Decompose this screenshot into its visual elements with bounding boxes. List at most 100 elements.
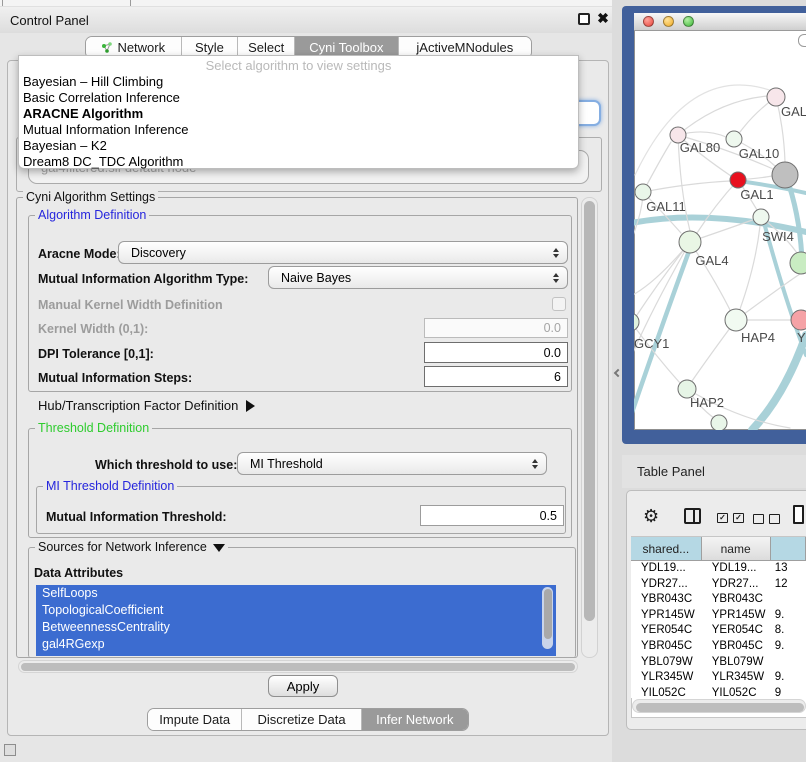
table-cell: YLR345W [631, 670, 702, 686]
stepper-arrows-icon [548, 248, 564, 258]
settings-scroll-thumb[interactable] [584, 201, 595, 621]
attribute-item[interactable]: SelfLoops [36, 585, 556, 602]
dropdown-placeholder: Select algorithm to view settings [19, 58, 578, 73]
expander-down-icon [213, 544, 225, 552]
dropdown-item[interactable]: Mutual Information Inference [19, 122, 578, 138]
network-node[interactable] [772, 162, 798, 188]
mi-steps-field[interactable]: 6 [424, 366, 568, 387]
table-row[interactable]: YPR145WYPR145W9. [631, 608, 806, 624]
deselect-all-checkbox-icon[interactable] [769, 514, 780, 524]
gear-icon[interactable]: ⚙ [643, 506, 659, 527]
zoom-traffic-light-icon[interactable] [683, 16, 694, 27]
mi-type-label: Mutual Information Algorithm Type: [38, 272, 248, 286]
tab-impute-data[interactable]: Impute Data [148, 709, 241, 730]
close-traffic-light-icon[interactable] [643, 16, 654, 27]
attribute-item[interactable]: gal4RGexp [36, 636, 556, 653]
splitter-handle[interactable] [614, 369, 622, 377]
attributes-scroll-thumb[interactable] [544, 589, 552, 639]
table-cell: 9 [771, 686, 806, 698]
select-all-checkbox-icon[interactable]: ✓ [733, 513, 744, 523]
attribute-item[interactable]: BetweennessCentrality [36, 619, 556, 636]
data-attributes-label: Data Attributes [34, 566, 123, 580]
stepper-arrows-icon [548, 273, 564, 283]
manual-kernel-checkbox[interactable] [552, 297, 566, 311]
table-hscroll-thumb[interactable] [636, 703, 804, 712]
table-row[interactable]: YDR27...YDR27...12 [631, 577, 806, 593]
table-panel-titlebar: Table Panel [622, 455, 806, 488]
network-node-gal11[interactable] [635, 184, 651, 200]
network-node-gcy1[interactable] [634, 313, 639, 331]
apply-button[interactable]: Apply [268, 675, 338, 697]
table-cell: YDR27... [631, 577, 702, 593]
tab-infer-network[interactable]: Infer Network [361, 709, 468, 730]
network-node-hap4[interactable] [725, 309, 747, 331]
select-all-checkbox-icon[interactable]: ✓ [717, 513, 728, 523]
network-node-swi4[interactable] [753, 209, 769, 225]
hub-factor-expander[interactable]: Hub/Transcription Factor Definition [38, 398, 255, 413]
dpi-tolerance-field[interactable]: 0.0 [424, 342, 568, 363]
settings-hscroll-thumb[interactable] [21, 663, 575, 671]
which-threshold-label: Which threshold to use: [95, 458, 237, 472]
mi-type-combobox[interactable]: Naive Bayes [268, 266, 568, 289]
table-horizontal-scrollbar[interactable] [632, 699, 806, 713]
minimize-traffic-light-icon[interactable] [663, 16, 674, 27]
column-layout-icon[interactable] [684, 508, 701, 524]
table-row[interactable]: YBR043CYBR043C [631, 592, 806, 608]
table-body: YDL19...YDL19...13YDR27...YDR27...12YBR0… [631, 561, 806, 698]
aracne-mode-combobox[interactable]: Discovery [118, 241, 568, 264]
network-node-gal1[interactable] [730, 172, 746, 188]
network-node-label: GAL10 [739, 146, 779, 161]
deselect-all-checkbox-icon[interactable] [753, 514, 764, 524]
manual-kernel-label: Manual Kernel Width Definition [38, 298, 223, 312]
network-node[interactable] [711, 415, 727, 430]
attributes-scrollbar[interactable] [542, 587, 553, 649]
network-node-y[interactable] [791, 310, 806, 330]
dropdown-item[interactable]: Basic Correlation Inference [19, 90, 578, 106]
table-row[interactable]: YIL052CYIL052C9 [631, 686, 806, 698]
network-node-label: GAL1 [740, 187, 773, 202]
network-node-label: SWI4 [762, 229, 794, 244]
network-node-label: GAL4 [695, 253, 728, 268]
table-cell [771, 655, 806, 671]
tab-discretize-data[interactable]: Discretize Data [241, 709, 360, 730]
dpi-tolerance-label: DPI Tolerance [0,1]: [38, 347, 154, 361]
table-panel-title: Table Panel [637, 464, 705, 479]
kernel-width-field[interactable]: 0.0 [424, 318, 568, 338]
mi-threshold-field[interactable]: 0.5 [420, 505, 564, 526]
table-row[interactable]: YLR345WYLR345W9. [631, 670, 806, 686]
control-panel-titlebar: Control Panel [0, 7, 612, 33]
new-table-icon[interactable] [793, 505, 804, 524]
table-row[interactable]: YDL19...YDL19...13 [631, 561, 806, 577]
network-window-titlebar[interactable] [634, 13, 806, 31]
settings-horizontal-scrollbar[interactable] [18, 660, 578, 673]
column-header[interactable] [771, 537, 806, 561]
network-node[interactable] [790, 252, 806, 274]
network-node-label: GAL [781, 104, 806, 119]
collapsed-panel-icon[interactable] [4, 744, 16, 756]
network-graph: GALGAL80GAL10GAL1GAL11SWI4GAL4GCY1HAP4YH… [634, 31, 806, 430]
dropdown-item[interactable]: Dream8 DC_TDC Algorithm [19, 154, 578, 170]
network-node-label: GAL11 [646, 199, 686, 214]
attribute-item[interactable]: TopologicalCoefficient [36, 602, 556, 619]
which-threshold-combobox[interactable]: MI Threshold [237, 452, 547, 475]
close-icon[interactable]: ✖ [596, 10, 610, 26]
stepper-arrows-icon [527, 459, 543, 469]
table-cell: YBL079W [631, 655, 702, 671]
strip-tick [130, 0, 131, 6]
column-header[interactable]: shared... [631, 537, 702, 561]
column-header[interactable]: name [702, 537, 771, 561]
dropdown-item[interactable]: Bayesian – K2 [19, 138, 578, 154]
dropdown-item[interactable]: ARACNE Algorithm [19, 106, 578, 122]
table-row[interactable]: YBR045CYBR045C9. [631, 639, 806, 655]
algorithm-definition-title: Algorithm Definition [35, 208, 149, 222]
table-row[interactable]: YBL079WYBL079W [631, 655, 806, 671]
network-node-gal4[interactable] [679, 231, 701, 253]
settings-vertical-scrollbar[interactable] [581, 197, 598, 658]
restore-icon[interactable] [578, 13, 590, 25]
table-cell: YER054C [702, 623, 771, 639]
network-node-gal10[interactable] [726, 131, 742, 147]
network-canvas[interactable]: GALGAL80GAL10GAL1GAL11SWI4GAL4GCY1HAP4YH… [634, 31, 806, 430]
dropdown-item[interactable]: Bayesian – Hill Climbing [19, 74, 578, 90]
tab-label: Select [248, 40, 284, 55]
table-row[interactable]: YER054CYER054C8. [631, 623, 806, 639]
